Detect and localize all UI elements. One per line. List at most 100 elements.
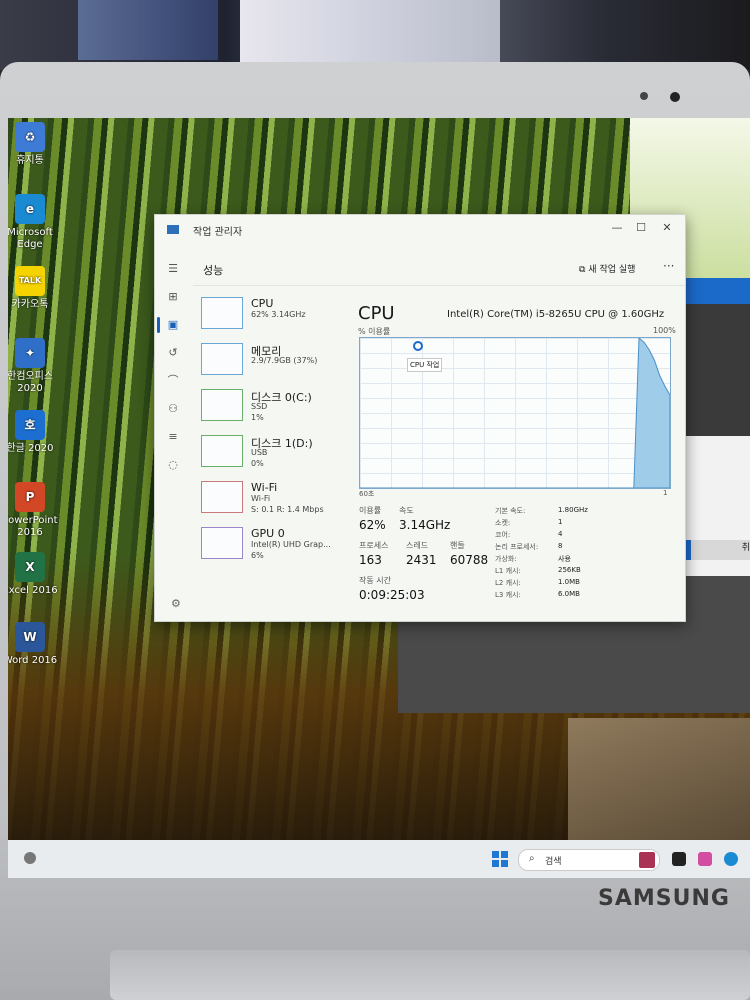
laptop-screen: 다 취 ♻휴지통eMicrosoft EdgeTALK카카오톡✦한컴오피스 20…: [8, 118, 750, 878]
spec-value: 256KB: [558, 566, 581, 574]
performance-icon[interactable]: ▣: [165, 317, 181, 333]
thread-label: 스레드: [406, 541, 429, 550]
taskbar-search[interactable]: ⌕ 검색: [518, 849, 660, 871]
cursor-tooltip: CPU 작업: [407, 358, 443, 372]
speed-value: 3.14GHz: [399, 518, 451, 532]
util-label: 이용률: [359, 506, 382, 515]
start-button[interactable]: [492, 851, 508, 867]
services-icon[interactable]: ◌: [165, 457, 181, 473]
details-icon[interactable]: ≡: [165, 429, 181, 445]
graph-y-max: 100%: [653, 326, 676, 335]
thread-value: 2431: [406, 553, 437, 567]
resource-name: Wi-Fi: [251, 481, 278, 494]
page-title: 성능: [203, 264, 224, 277]
desktop-icon[interactable]: 호 한글 2020: [8, 410, 60, 455]
nav-rail: ☰ ⊞ ▣ ↺ ⌒ ⚇ ≡ ◌: [155, 245, 193, 621]
app-icon: TALK: [15, 266, 45, 296]
spec-value: 1.0MB: [558, 578, 580, 586]
cpu-graph: [359, 337, 671, 489]
app-icon: W: [15, 622, 45, 652]
widgets-icon[interactable]: [24, 852, 36, 864]
app-history-icon[interactable]: ↺: [165, 345, 181, 361]
app-icon: X: [15, 552, 45, 582]
graph-y-label: % 이용률: [358, 327, 391, 336]
spec-value: 4: [558, 530, 563, 538]
spec-label: 코어:: [495, 531, 511, 539]
graph-x-end: 1: [663, 489, 668, 497]
resource-item[interactable]: 디스크 0(C:) SSD 1%: [201, 389, 345, 427]
desktop-icon[interactable]: W Word 2016: [8, 622, 60, 667]
graph-x-label: 60초: [359, 490, 375, 498]
resource-thumbnail: [201, 481, 243, 513]
users-icon[interactable]: ⚇: [165, 401, 181, 417]
spec-label: 소켓:: [495, 519, 511, 527]
copilot-icon[interactable]: [698, 852, 712, 866]
desktop-icon[interactable]: TALK 카카오톡: [8, 266, 60, 311]
close-icon[interactable]: ✕: [657, 221, 677, 234]
resource-item[interactable]: Wi-Fi Wi-Fi S: 0.1 R: 1.4 Mbps: [201, 481, 345, 519]
background-poster-blue: [78, 0, 218, 60]
edge-taskbar-icon[interactable]: [724, 852, 738, 866]
task-view-icon[interactable]: [672, 852, 686, 866]
resource-thumbnail: [201, 435, 243, 467]
resource-sub: Wi-Fi: [251, 494, 271, 503]
spec-label: 기본 속도:: [495, 507, 526, 515]
minimize-icon[interactable]: —: [607, 221, 627, 234]
resource-thumbnail: [201, 389, 243, 421]
cpu-model: Intel(R) Core(TM) i5-8265U CPU @ 1.60GHz: [447, 309, 665, 320]
process-value: 163: [359, 553, 382, 567]
settings-gear-icon[interactable]: ⚙: [171, 597, 181, 610]
uptime-value: 0:09:25:03: [359, 588, 425, 602]
resource-sub2: 0%: [251, 459, 264, 468]
run-new-task-label: 새 작업 실행: [588, 265, 636, 275]
processes-icon[interactable]: ⊞: [165, 289, 181, 305]
app-icon: 호: [15, 410, 45, 440]
hamburger-icon[interactable]: ☰: [165, 261, 181, 277]
resource-thumbnail: [201, 297, 243, 329]
desktop-icon[interactable]: X Excel 2016: [8, 552, 60, 597]
wallpaper-path: [568, 718, 750, 840]
resource-item[interactable]: CPU 62% 3.14GHz: [201, 297, 345, 335]
maximize-icon[interactable]: ☐: [631, 221, 651, 234]
more-options-button[interactable]: ···: [663, 259, 674, 273]
spec-label: L3 캐시:: [495, 591, 521, 599]
spec-label: L1 캐시:: [495, 567, 521, 575]
background-window-titlebar: [678, 278, 750, 304]
desktop-icon[interactable]: P PowerPoint 2016: [8, 482, 60, 539]
app-icon: P: [15, 482, 45, 512]
resource-name: GPU 0: [251, 527, 285, 540]
app-icon: e: [15, 194, 45, 224]
app-icon: ♻: [15, 122, 45, 152]
resource-sub: 2.9/7.9GB (37%): [251, 356, 318, 365]
desktop-icon-label: Excel 2016: [8, 585, 58, 596]
speed-label: 속도: [399, 506, 414, 515]
resource-item[interactable]: GPU 0 Intel(R) UHD Grap... 6%: [201, 527, 345, 565]
dialog-cancel-button[interactable]: 취: [691, 540, 750, 560]
resource-sub: Intel(R) UHD Grap...: [251, 540, 331, 549]
samsung-logo: SAMSUNG: [598, 886, 730, 911]
search-highlight-icon: [639, 852, 655, 868]
taskbar: ⌕ 검색: [8, 840, 750, 878]
desktop-icon-label: Microsoft Edge: [8, 227, 53, 250]
resource-item[interactable]: 디스크 1(D:) USB 0%: [201, 435, 345, 473]
spec-value: 1.80GHz: [558, 506, 588, 514]
background-room: [0, 0, 750, 70]
busy-cursor-icon: [413, 341, 423, 351]
detail-heading: CPU: [358, 303, 395, 324]
resource-sub2: S: 0.1 R: 1.4 Mbps: [251, 505, 324, 514]
resource-item[interactable]: 메모리 2.9/7.9GB (37%): [201, 343, 345, 381]
desktop-icon[interactable]: ♻ 휴지통: [8, 122, 60, 167]
spec-label: 가상화:: [495, 555, 517, 563]
desktop-icon-label: Word 2016: [8, 655, 58, 666]
handle-label: 핸들: [450, 541, 465, 550]
startup-apps-icon[interactable]: ⌒: [165, 373, 181, 389]
window-title: 작업 관리자: [193, 227, 243, 238]
search-icon: ⌕: [529, 853, 535, 864]
title-bar[interactable]: 작업 관리자 — ☐ ✕: [155, 215, 685, 245]
resource-name: CPU: [251, 297, 274, 310]
task-manager-window[interactable]: 작업 관리자 — ☐ ✕ ☰ ⊞ ▣ ↺ ⌒ ⚇ ≡ ◌ ⚙ 성능 ⧉ 새 작업…: [154, 214, 686, 622]
run-new-task-button[interactable]: ⧉ 새 작업 실행: [579, 262, 635, 275]
spec-label: L2 캐시:: [495, 579, 521, 587]
desktop-icon[interactable]: ✦ 한컴오피스 2020: [8, 338, 60, 395]
desktop-icon[interactable]: e Microsoft Edge: [8, 194, 60, 251]
